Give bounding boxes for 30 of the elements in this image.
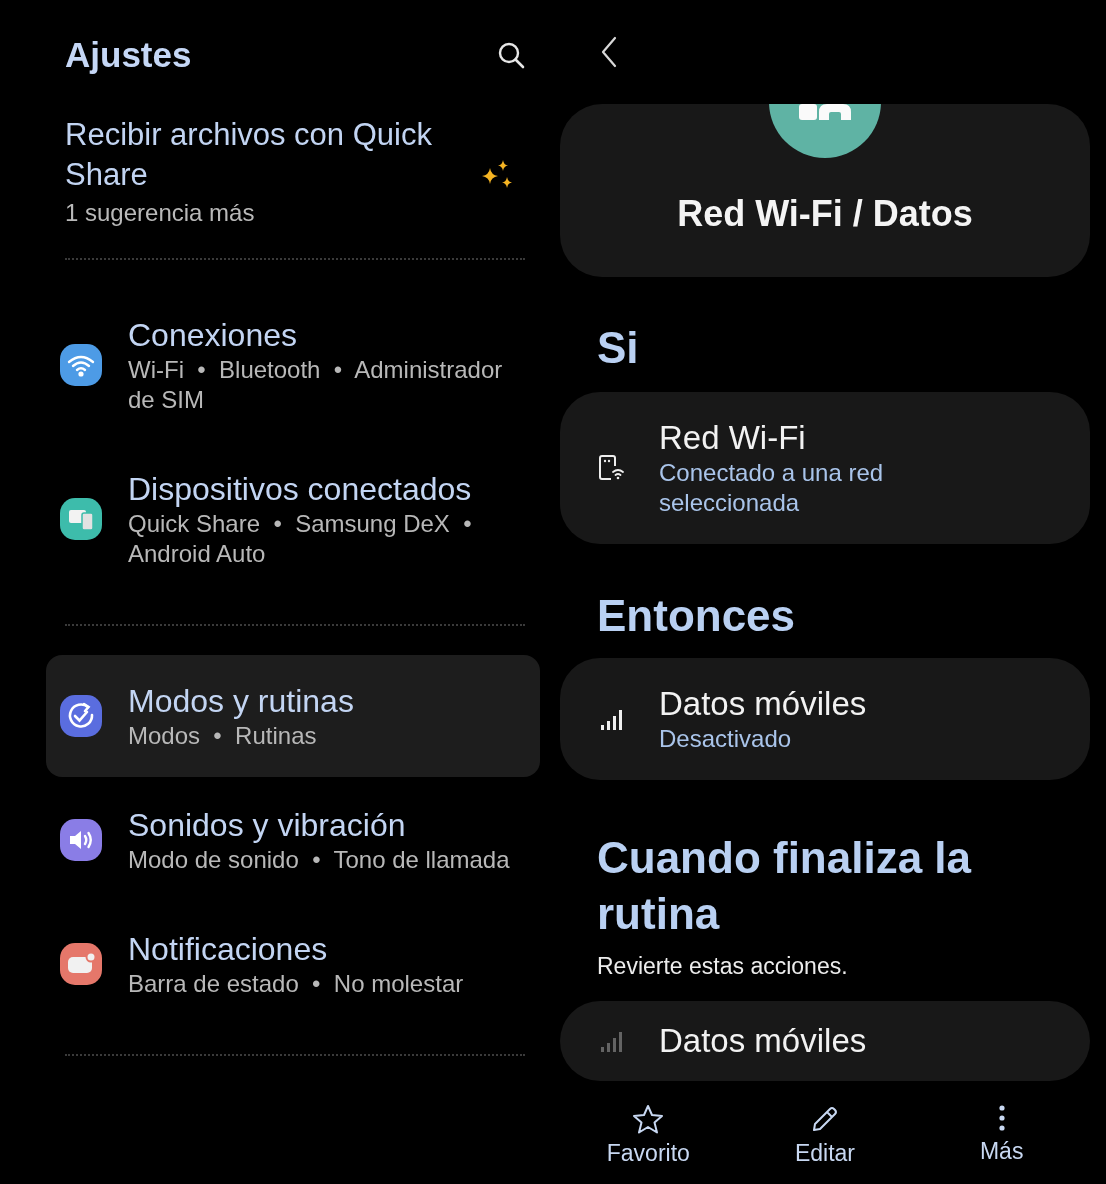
- settings-item[interactable]: Conexiones Wi-Fi • Bluetooth • Administrador de SIM: [46, 289, 540, 441]
- toolbar-button[interactable]: Más: [913, 1096, 1090, 1184]
- action-card[interactable]: Datos móviles Desactivado: [560, 658, 1090, 780]
- routine-title: Red Wi-Fi / Datos: [677, 192, 973, 235]
- settings-item[interactable]: Dispositivos conectados Quick Share • Samsung DeX • Android Auto: [46, 443, 540, 595]
- action-title: Red Wi-Fi: [659, 418, 807, 458]
- toolbar-button[interactable]: Editar: [736, 1096, 914, 1184]
- star-icon: [632, 1104, 665, 1134]
- settings-item[interactable]: Sonidos y vibración Modo de sonido • Tono de llamada: [46, 779, 540, 901]
- action-title: Datos móviles: [659, 684, 868, 724]
- section-heading: Si: [597, 322, 640, 374]
- action-card[interactable]: Datos móviles: [560, 1001, 1090, 1081]
- settings-item[interactable]: Notificaciones Barra de estado • No molestar: [46, 903, 540, 1025]
- suggestion-title[interactable]: Recibir archivos con Quick Share: [65, 115, 479, 195]
- action-status: Desactivado: [659, 724, 793, 754]
- section-description: Revierte estas acciones.: [597, 952, 849, 981]
- action-card[interactable]: Red Wi-Fi Conectado a una red seleccionada: [560, 392, 1090, 544]
- section-heading: Cuando finaliza la rutina: [597, 832, 973, 940]
- page-title: Ajustes: [65, 34, 192, 76]
- back-icon[interactable]: [600, 36, 618, 68]
- section-heading: Entonces: [597, 590, 797, 642]
- toolbar-button[interactable]: Favorito: [560, 1096, 737, 1184]
- search-icon[interactable]: [497, 41, 525, 69]
- pencil-icon: [810, 1104, 840, 1134]
- suggestion-subtitle: 1 sugerencia más: [65, 198, 256, 228]
- house-icon: [769, 104, 881, 158]
- action-title: Datos móviles: [659, 1021, 867, 1061]
- action-status: Conectado a una red seleccionada: [659, 458, 885, 518]
- more-icon: [997, 1104, 1006, 1132]
- settings-item[interactable]: Modos y rutinas Modos • Rutinas: [46, 655, 540, 777]
